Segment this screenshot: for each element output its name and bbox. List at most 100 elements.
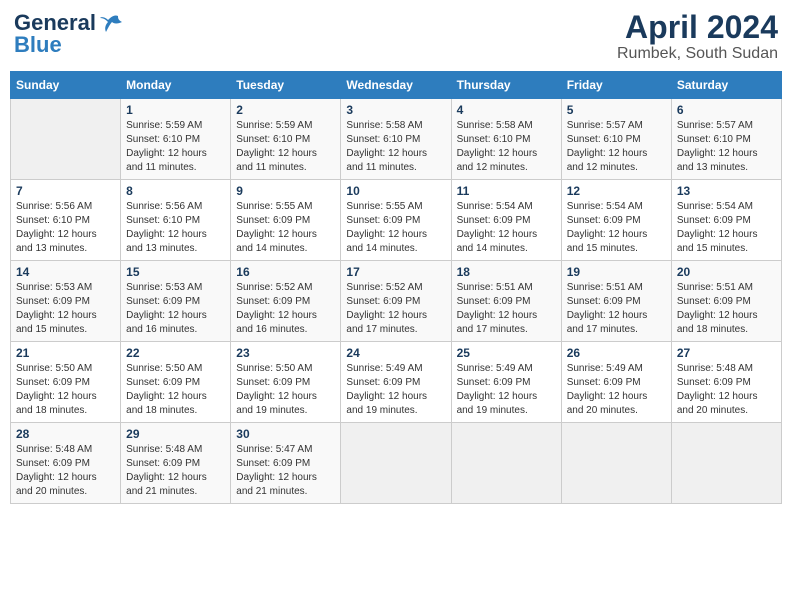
sunset-text: Sunset: 6:10 PM — [126, 215, 200, 226]
day-cell: 2 Sunrise: 5:59 AM Sunset: 6:10 PM Dayli… — [231, 99, 341, 180]
day-number: 7 — [16, 184, 115, 198]
sunrise-text: Sunrise: 5:58 AM — [457, 120, 533, 131]
day-info: Sunrise: 5:49 AM Sunset: 6:09 PM Dayligh… — [346, 362, 445, 418]
day-cell: 25 Sunrise: 5:49 AM Sunset: 6:09 PM Dayl… — [451, 342, 561, 423]
day-cell: 10 Sunrise: 5:55 AM Sunset: 6:09 PM Dayl… — [341, 180, 451, 261]
sunrise-text: Sunrise: 5:55 AM — [236, 201, 312, 212]
sunrise-text: Sunrise: 5:56 AM — [16, 201, 92, 212]
day-cell: 8 Sunrise: 5:56 AM Sunset: 6:10 PM Dayli… — [121, 180, 231, 261]
daylight-text: Daylight: 12 hours and 14 minutes. — [236, 229, 317, 254]
day-cell: 30 Sunrise: 5:47 AM Sunset: 6:09 PM Dayl… — [231, 423, 341, 504]
sunrise-text: Sunrise: 5:48 AM — [16, 444, 92, 455]
sunset-text: Sunset: 6:09 PM — [677, 377, 751, 388]
sunset-text: Sunset: 6:09 PM — [236, 215, 310, 226]
day-info: Sunrise: 5:51 AM Sunset: 6:09 PM Dayligh… — [567, 281, 666, 337]
day-cell: 7 Sunrise: 5:56 AM Sunset: 6:10 PM Dayli… — [11, 180, 121, 261]
day-info: Sunrise: 5:48 AM Sunset: 6:09 PM Dayligh… — [677, 362, 776, 418]
header-thursday: Thursday — [451, 72, 561, 99]
sunset-text: Sunset: 6:09 PM — [346, 296, 420, 307]
day-cell: 6 Sunrise: 5:57 AM Sunset: 6:10 PM Dayli… — [671, 99, 781, 180]
day-number: 30 — [236, 427, 335, 441]
day-info: Sunrise: 5:59 AM Sunset: 6:10 PM Dayligh… — [236, 119, 335, 175]
sunset-text: Sunset: 6:10 PM — [236, 134, 310, 145]
daylight-text: Daylight: 12 hours and 21 minutes. — [126, 472, 207, 497]
day-cell: 20 Sunrise: 5:51 AM Sunset: 6:09 PM Dayl… — [671, 261, 781, 342]
daylight-text: Daylight: 12 hours and 15 minutes. — [677, 229, 758, 254]
sunset-text: Sunset: 6:09 PM — [236, 458, 310, 469]
day-info: Sunrise: 5:49 AM Sunset: 6:09 PM Dayligh… — [567, 362, 666, 418]
day-info: Sunrise: 5:56 AM Sunset: 6:10 PM Dayligh… — [16, 200, 115, 256]
daylight-text: Daylight: 12 hours and 19 minutes. — [346, 391, 427, 416]
sunrise-text: Sunrise: 5:59 AM — [126, 120, 202, 131]
day-cell: 12 Sunrise: 5:54 AM Sunset: 6:09 PM Dayl… — [561, 180, 671, 261]
daylight-text: Daylight: 12 hours and 20 minutes. — [16, 472, 97, 497]
day-cell: 19 Sunrise: 5:51 AM Sunset: 6:09 PM Dayl… — [561, 261, 671, 342]
day-number: 8 — [126, 184, 225, 198]
sunset-text: Sunset: 6:09 PM — [567, 296, 641, 307]
day-number: 19 — [567, 265, 666, 279]
sunrise-text: Sunrise: 5:56 AM — [126, 201, 202, 212]
daylight-text: Daylight: 12 hours and 14 minutes. — [346, 229, 427, 254]
sunset-text: Sunset: 6:09 PM — [126, 296, 200, 307]
daylight-text: Daylight: 12 hours and 12 minutes. — [457, 148, 538, 173]
sunrise-text: Sunrise: 5:54 AM — [567, 201, 643, 212]
day-cell: 5 Sunrise: 5:57 AM Sunset: 6:10 PM Dayli… — [561, 99, 671, 180]
logo: General Blue — [14, 10, 122, 58]
sunrise-text: Sunrise: 5:54 AM — [677, 201, 753, 212]
day-cell: 13 Sunrise: 5:54 AM Sunset: 6:09 PM Dayl… — [671, 180, 781, 261]
day-cell: 18 Sunrise: 5:51 AM Sunset: 6:09 PM Dayl… — [451, 261, 561, 342]
daylight-text: Daylight: 12 hours and 19 minutes. — [457, 391, 538, 416]
day-info: Sunrise: 5:51 AM Sunset: 6:09 PM Dayligh… — [457, 281, 556, 337]
sunrise-text: Sunrise: 5:51 AM — [457, 282, 533, 293]
sunrise-text: Sunrise: 5:49 AM — [457, 363, 533, 374]
day-number: 26 — [567, 346, 666, 360]
day-number: 2 — [236, 103, 335, 117]
page-header: General Blue April 2024 Rumbek, South Su… — [10, 10, 782, 63]
week-row-4: 21 Sunrise: 5:50 AM Sunset: 6:09 PM Dayl… — [11, 342, 782, 423]
daylight-text: Daylight: 12 hours and 13 minutes. — [677, 148, 758, 173]
day-info: Sunrise: 5:53 AM Sunset: 6:09 PM Dayligh… — [16, 281, 115, 337]
sunrise-text: Sunrise: 5:53 AM — [126, 282, 202, 293]
day-info: Sunrise: 5:52 AM Sunset: 6:09 PM Dayligh… — [236, 281, 335, 337]
day-cell: 21 Sunrise: 5:50 AM Sunset: 6:09 PM Dayl… — [11, 342, 121, 423]
sunrise-text: Sunrise: 5:49 AM — [567, 363, 643, 374]
daylight-text: Daylight: 12 hours and 13 minutes. — [16, 229, 97, 254]
day-cell — [671, 423, 781, 504]
days-header-row: SundayMondayTuesdayWednesdayThursdayFrid… — [11, 72, 782, 99]
day-cell: 27 Sunrise: 5:48 AM Sunset: 6:09 PM Dayl… — [671, 342, 781, 423]
header-saturday: Saturday — [671, 72, 781, 99]
daylight-text: Daylight: 12 hours and 15 minutes. — [567, 229, 648, 254]
day-number: 13 — [677, 184, 776, 198]
week-row-5: 28 Sunrise: 5:48 AM Sunset: 6:09 PM Dayl… — [11, 423, 782, 504]
day-info: Sunrise: 5:59 AM Sunset: 6:10 PM Dayligh… — [126, 119, 225, 175]
daylight-text: Daylight: 12 hours and 17 minutes. — [567, 310, 648, 335]
day-number: 25 — [457, 346, 556, 360]
day-cell: 16 Sunrise: 5:52 AM Sunset: 6:09 PM Dayl… — [231, 261, 341, 342]
day-number: 28 — [16, 427, 115, 441]
day-cell: 17 Sunrise: 5:52 AM Sunset: 6:09 PM Dayl… — [341, 261, 451, 342]
day-cell: 14 Sunrise: 5:53 AM Sunset: 6:09 PM Dayl… — [11, 261, 121, 342]
day-cell: 22 Sunrise: 5:50 AM Sunset: 6:09 PM Dayl… — [121, 342, 231, 423]
day-number: 16 — [236, 265, 335, 279]
daylight-text: Daylight: 12 hours and 17 minutes. — [457, 310, 538, 335]
daylight-text: Daylight: 12 hours and 14 minutes. — [457, 229, 538, 254]
sunrise-text: Sunrise: 5:57 AM — [567, 120, 643, 131]
sunset-text: Sunset: 6:09 PM — [457, 296, 531, 307]
sunset-text: Sunset: 6:10 PM — [346, 134, 420, 145]
sunrise-text: Sunrise: 5:50 AM — [126, 363, 202, 374]
sunrise-text: Sunrise: 5:51 AM — [567, 282, 643, 293]
sunset-text: Sunset: 6:09 PM — [677, 215, 751, 226]
header-sunday: Sunday — [11, 72, 121, 99]
daylight-text: Daylight: 12 hours and 18 minutes. — [677, 310, 758, 335]
sunrise-text: Sunrise: 5:58 AM — [346, 120, 422, 131]
sunset-text: Sunset: 6:09 PM — [236, 377, 310, 388]
sunset-text: Sunset: 6:10 PM — [16, 215, 90, 226]
sunrise-text: Sunrise: 5:54 AM — [457, 201, 533, 212]
daylight-text: Daylight: 12 hours and 15 minutes. — [16, 310, 97, 335]
sunset-text: Sunset: 6:10 PM — [677, 134, 751, 145]
day-number: 15 — [126, 265, 225, 279]
day-info: Sunrise: 5:56 AM Sunset: 6:10 PM Dayligh… — [126, 200, 225, 256]
sunset-text: Sunset: 6:09 PM — [16, 377, 90, 388]
logo-bird-icon — [100, 14, 122, 32]
day-cell: 3 Sunrise: 5:58 AM Sunset: 6:10 PM Dayli… — [341, 99, 451, 180]
